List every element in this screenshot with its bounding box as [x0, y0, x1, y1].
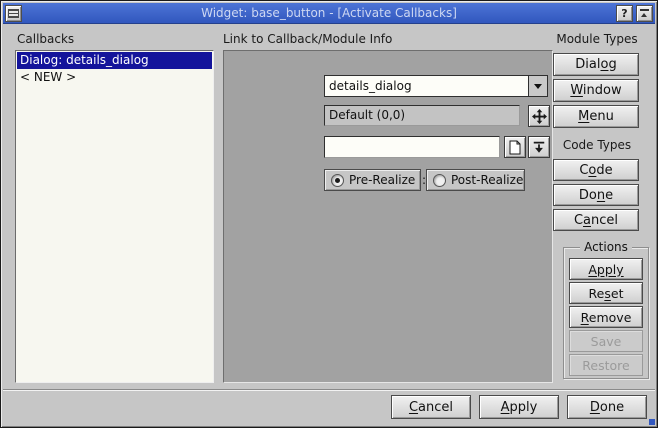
callbacks-label: Callbacks [17, 32, 74, 46]
name-dropdown-button[interactable] [528, 76, 547, 96]
code-type-code-button[interactable]: Code [553, 159, 639, 181]
location-move-button[interactable] [528, 105, 550, 127]
module-type-menu-button[interactable]: Menu [553, 105, 639, 128]
setup-function-input[interactable] [324, 136, 500, 158]
module-type-window-button[interactable]: Window [553, 79, 639, 102]
name-input[interactable] [325, 76, 528, 96]
name-combobox [324, 75, 548, 97]
list-item-dialog-details-dialog[interactable]: Dialog: details_dialog [17, 52, 212, 69]
callbacks-list[interactable]: Dialog: details_dialog < NEW > [15, 50, 214, 383]
list-item-new[interactable]: < NEW > [17, 69, 212, 86]
module-type-dialog-button[interactable]: Dialog [553, 53, 639, 76]
module-types-label: Module Types [547, 32, 647, 46]
titlebar-buttons: ? [616, 5, 653, 22]
maximize-icon [640, 9, 649, 18]
window-menu-icon [8, 9, 19, 18]
location-field: Default (0,0) [324, 105, 520, 126]
footer-cancel-button[interactable]: Cancel [391, 395, 471, 419]
radio-pre-realize[interactable]: Pre-Realize [324, 169, 421, 191]
action-restore-button: Restore [569, 354, 643, 376]
actions-group-label: Actions [563, 240, 649, 254]
radio-pre-realize-label: Pre-Realize [349, 173, 415, 187]
window-title: Widget: base_button - [Activate Callback… [3, 6, 655, 20]
down-arrow-from-bar-icon [532, 140, 546, 154]
radio-selected-icon [331, 174, 344, 187]
question-mark-icon: ? [621, 8, 627, 19]
action-remove-button[interactable]: Remove [569, 306, 643, 328]
dialog-window: Widget: base_button - [Activate Callback… [0, 0, 658, 428]
info-title: Link to Callback/Module Info [223, 32, 392, 46]
window-menu-button[interactable] [5, 5, 22, 22]
footer-apply-button[interactable]: Apply [479, 395, 559, 419]
footer-done-button[interactable]: Done [567, 395, 647, 419]
move-icon [532, 109, 547, 124]
code-type-done-button[interactable]: Done [553, 184, 639, 206]
footer-separator [3, 389, 655, 391]
code-type-cancel-button[interactable]: Cancel [553, 209, 639, 231]
document-icon [508, 140, 522, 155]
resize-grip[interactable] [649, 419, 655, 425]
maximize-button[interactable] [636, 5, 653, 22]
radio-post-realize-label: Post-Realize [451, 173, 523, 187]
radio-unselected-icon [433, 174, 446, 187]
new-function-button[interactable] [504, 136, 526, 158]
action-save-button: Save [569, 330, 643, 352]
action-apply-button[interactable]: Apply [569, 258, 643, 280]
code-types-label: Code Types [547, 138, 647, 152]
titlebar[interactable]: Widget: base_button - [Activate Callback… [3, 3, 655, 24]
help-button[interactable]: ? [616, 5, 633, 22]
action-reset-button[interactable]: Reset [569, 282, 643, 304]
radio-post-realize[interactable]: Post-Realize [426, 169, 525, 191]
callback-info-panel [223, 50, 553, 383]
